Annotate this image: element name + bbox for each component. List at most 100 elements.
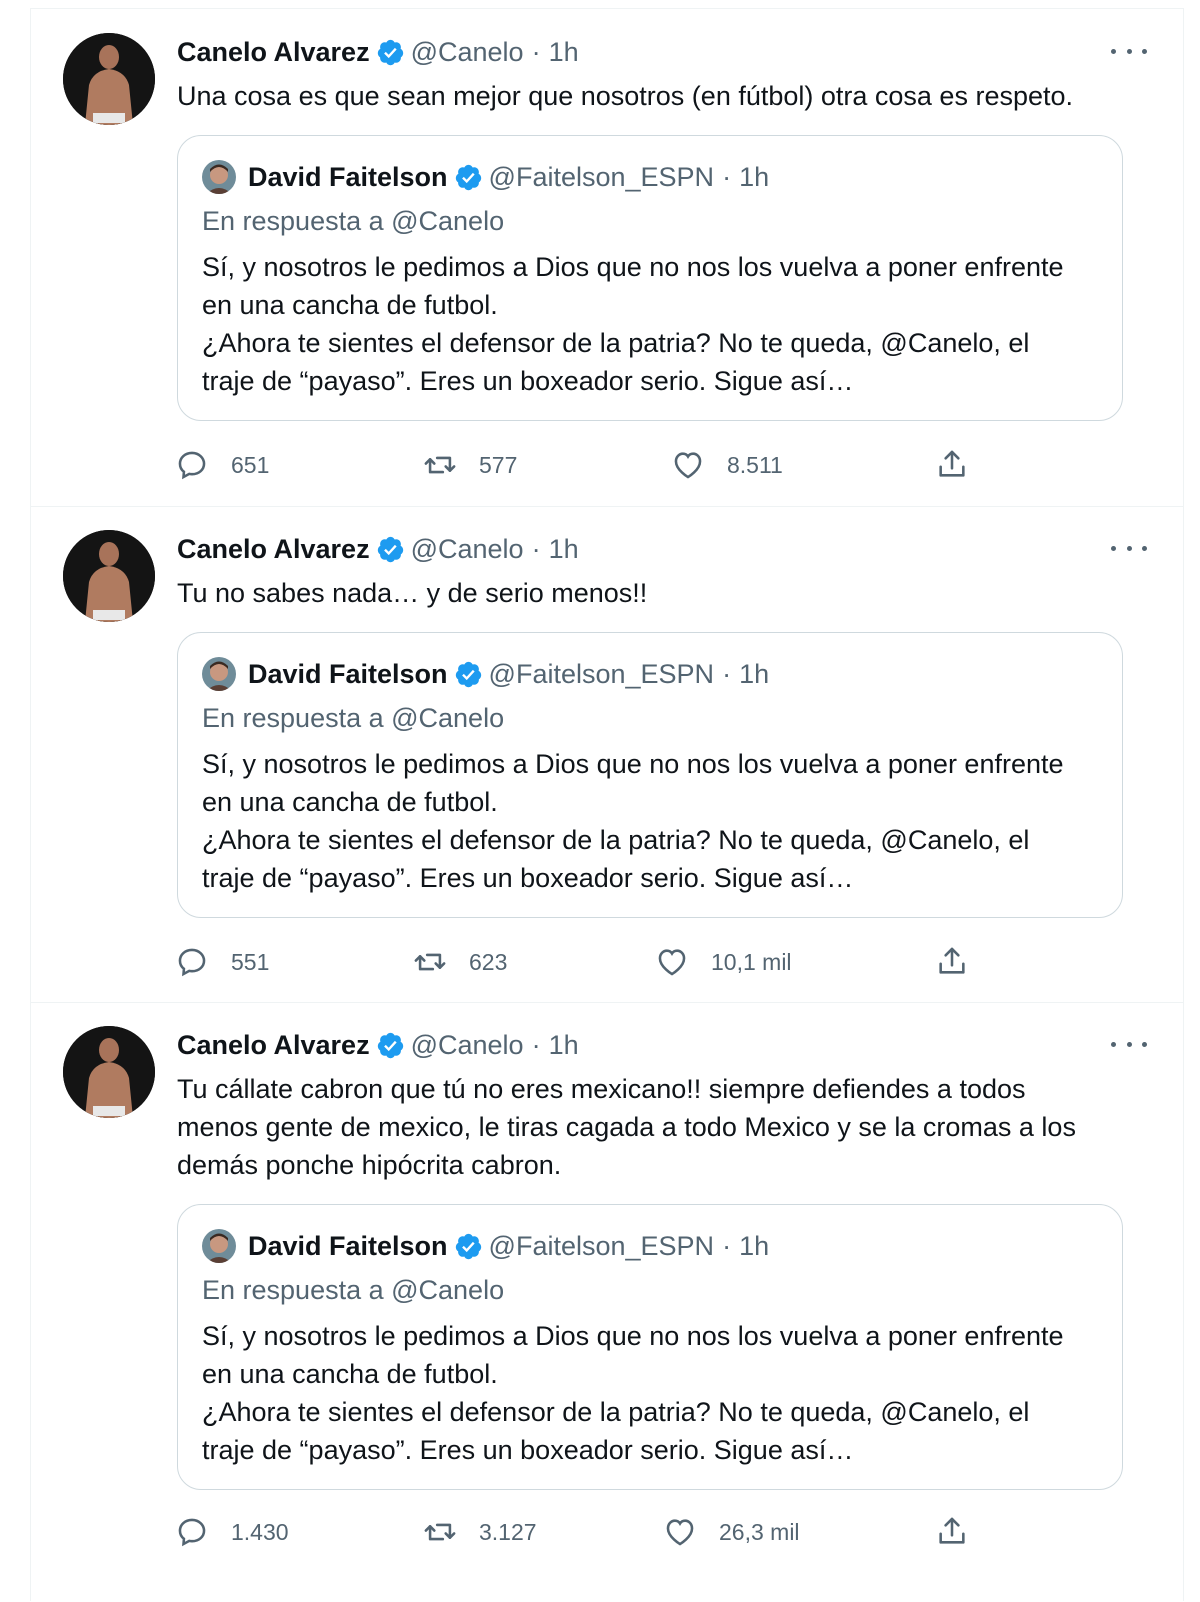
timestamp[interactable]: 1h bbox=[549, 1030, 579, 1061]
quoted-author-name: David Faitelson bbox=[248, 161, 448, 192]
retweet-button[interactable]: 3.127 bbox=[423, 1512, 537, 1552]
separator-dot: · bbox=[531, 533, 541, 564]
quoted-text-line: Sí, y nosotros le pedimos a Dios que no … bbox=[202, 252, 1064, 282]
avatar[interactable] bbox=[63, 530, 155, 622]
reply-bubble-icon bbox=[178, 451, 206, 480]
reply-context: En respuesta a @Canelo bbox=[202, 206, 505, 236]
separator-dot: · bbox=[722, 658, 732, 689]
share-upload-icon[interactable] bbox=[935, 1514, 969, 1548]
tweet-header: Canelo Alvarez @Canelo · 1h bbox=[177, 532, 579, 566]
reply-button[interactable]: 651 bbox=[175, 445, 269, 485]
tweet-text-line: demás ponche hipócrita cabron. bbox=[177, 1150, 562, 1180]
quoted-author-name: David Faitelson bbox=[248, 1230, 448, 1261]
quoted-text: Sí, y nosotros le pedimos a Dios que no … bbox=[202, 248, 1102, 400]
reply-count: 551 bbox=[231, 948, 270, 975]
tweet[interactable]: Canelo Alvarez @Canelo · 1h Tu no sabes … bbox=[31, 506, 1183, 1003]
reply-button[interactable]: 1.430 bbox=[175, 1512, 289, 1552]
heart-icon bbox=[658, 949, 686, 976]
quoted-text-line: Sí, y nosotros le pedimos a Dios que no … bbox=[202, 749, 1064, 779]
verified-badge-icon bbox=[376, 1031, 405, 1060]
like-count: 10,1 mil bbox=[711, 948, 792, 975]
more-dots-icon[interactable] bbox=[1111, 536, 1147, 560]
author-name[interactable]: Canelo Alvarez bbox=[177, 37, 370, 68]
quoted-text-line: ¿Ahora te sientes el defensor de la patr… bbox=[202, 328, 1030, 358]
more-dots-icon[interactable] bbox=[1111, 39, 1147, 63]
quoted-author-name: David Faitelson bbox=[248, 658, 448, 689]
quoted-author-handle: @Faitelson_ESPN bbox=[488, 161, 715, 192]
retweet-count: 623 bbox=[469, 948, 508, 975]
quoted-text-line: traje de “payaso”. Eres un boxeador seri… bbox=[202, 1435, 854, 1465]
quoted-avatar bbox=[202, 657, 236, 691]
reply-bubble-icon bbox=[178, 1518, 206, 1547]
retweet-icon bbox=[414, 953, 446, 971]
heart-icon bbox=[666, 1519, 694, 1546]
tweet-text: Tu cállate cabron que tú no eres mexican… bbox=[177, 1070, 1137, 1184]
heart-icon bbox=[674, 452, 702, 479]
verified-badge-icon bbox=[454, 660, 483, 689]
reply-context: En respuesta a @Canelo bbox=[202, 1275, 505, 1305]
quoted-timestamp: 1h bbox=[739, 658, 770, 689]
action-bar: 651 577 8.511 bbox=[31, 445, 1183, 485]
like-button[interactable]: 26,3 mil bbox=[663, 1512, 800, 1552]
tweet-text-line: Tu no sabes nada… y de serio menos!! bbox=[177, 578, 648, 608]
tweet-text: Una cosa es que sean mejor que nosotros … bbox=[177, 77, 1137, 115]
quoted-author-handle: @Faitelson_ESPN bbox=[488, 658, 715, 689]
separator-dot: · bbox=[722, 1230, 732, 1261]
quoted-tweet[interactable]: David Faitelson @Faitelson_ESPN · 1h En … bbox=[177, 1204, 1123, 1490]
quoted-text-line: Sí, y nosotros le pedimos a Dios que no … bbox=[202, 1321, 1064, 1351]
quoted-text: Sí, y nosotros le pedimos a Dios que no … bbox=[202, 1317, 1102, 1469]
author-handle[interactable]: @Canelo bbox=[411, 1030, 524, 1061]
quoted-text-line: ¿Ahora te sientes el defensor de la patr… bbox=[202, 1397, 1030, 1427]
tweet-text: Tu no sabes nada… y de serio menos!! bbox=[177, 574, 1137, 612]
author-handle[interactable]: @Canelo bbox=[411, 37, 524, 68]
reply-count: 1.430 bbox=[231, 1518, 289, 1545]
quoted-tweet[interactable]: David Faitelson @Faitelson_ESPN · 1h En … bbox=[177, 632, 1123, 918]
quoted-avatar bbox=[202, 160, 236, 194]
quoted-timestamp: 1h bbox=[739, 1230, 770, 1261]
author-name[interactable]: Canelo Alvarez bbox=[177, 534, 370, 565]
quoted-tweet-header: David Faitelson @Faitelson_ESPN · 1h bbox=[202, 158, 769, 196]
reply-bubble-icon bbox=[178, 948, 206, 977]
tweet[interactable]: Canelo Alvarez @Canelo · 1h Una cosa es … bbox=[31, 9, 1183, 507]
action-bar: 1.430 3.127 26,3 mil bbox=[31, 1512, 1183, 1552]
retweet-count: 577 bbox=[479, 451, 518, 478]
retweet-button[interactable]: 577 bbox=[423, 445, 517, 485]
timestamp[interactable]: 1h bbox=[549, 37, 579, 68]
like-count: 8.511 bbox=[727, 451, 783, 478]
action-bar: 551 623 10,1 mil bbox=[31, 942, 1183, 982]
timestamp[interactable]: 1h bbox=[549, 534, 579, 565]
quoted-tweet-header: David Faitelson @Faitelson_ESPN · 1h bbox=[202, 655, 769, 693]
tweet-header: Canelo Alvarez @Canelo · 1h bbox=[177, 1028, 579, 1062]
tweet-text-line: Una cosa es que sean mejor que nosotros … bbox=[177, 81, 1074, 111]
retweet-count: 3.127 bbox=[479, 1518, 537, 1545]
avatar[interactable] bbox=[63, 33, 155, 125]
author-handle[interactable]: @Canelo bbox=[411, 534, 524, 565]
retweet-icon bbox=[424, 456, 456, 474]
like-button[interactable]: 10,1 mil bbox=[655, 942, 792, 982]
quoted-text-line: en una cancha de futbol. bbox=[202, 787, 498, 817]
quoted-text-line: traje de “payaso”. Eres un boxeador seri… bbox=[202, 366, 854, 396]
like-button[interactable]: 8.511 bbox=[671, 445, 783, 485]
share-upload-icon[interactable] bbox=[935, 447, 969, 481]
quoted-text-line: ¿Ahora te sientes el defensor de la patr… bbox=[202, 825, 1030, 855]
quoted-tweet[interactable]: David Faitelson @Faitelson_ESPN · 1h En … bbox=[177, 135, 1123, 421]
more-dots-icon[interactable] bbox=[1111, 1032, 1147, 1056]
separator-dot: · bbox=[531, 36, 541, 67]
tweet-text-line: menos gente de mexico, le tiras cagada a… bbox=[177, 1112, 1076, 1142]
share-upload-icon[interactable] bbox=[935, 944, 969, 978]
quoted-text-line: en una cancha de futbol. bbox=[202, 1359, 498, 1389]
reply-button[interactable]: 551 bbox=[175, 942, 269, 982]
avatar[interactable] bbox=[63, 1026, 155, 1118]
quoted-author-handle: @Faitelson_ESPN bbox=[488, 1230, 715, 1261]
retweet-button[interactable]: 623 bbox=[413, 942, 507, 982]
separator-dot: · bbox=[531, 1029, 541, 1060]
quoted-avatar bbox=[202, 1229, 236, 1263]
timeline: Canelo Alvarez @Canelo · 1h Una cosa es … bbox=[30, 8, 1184, 1601]
verified-badge-icon bbox=[454, 163, 483, 192]
quoted-text-line: traje de “payaso”. Eres un boxeador seri… bbox=[202, 863, 854, 893]
quoted-text: Sí, y nosotros le pedimos a Dios que no … bbox=[202, 745, 1102, 897]
reply-count: 651 bbox=[231, 451, 270, 478]
tweet[interactable]: Canelo Alvarez @Canelo · 1h Tu cállate c… bbox=[31, 1002, 1183, 1602]
author-name[interactable]: Canelo Alvarez bbox=[177, 1030, 370, 1061]
reply-context: En respuesta a @Canelo bbox=[202, 703, 505, 733]
